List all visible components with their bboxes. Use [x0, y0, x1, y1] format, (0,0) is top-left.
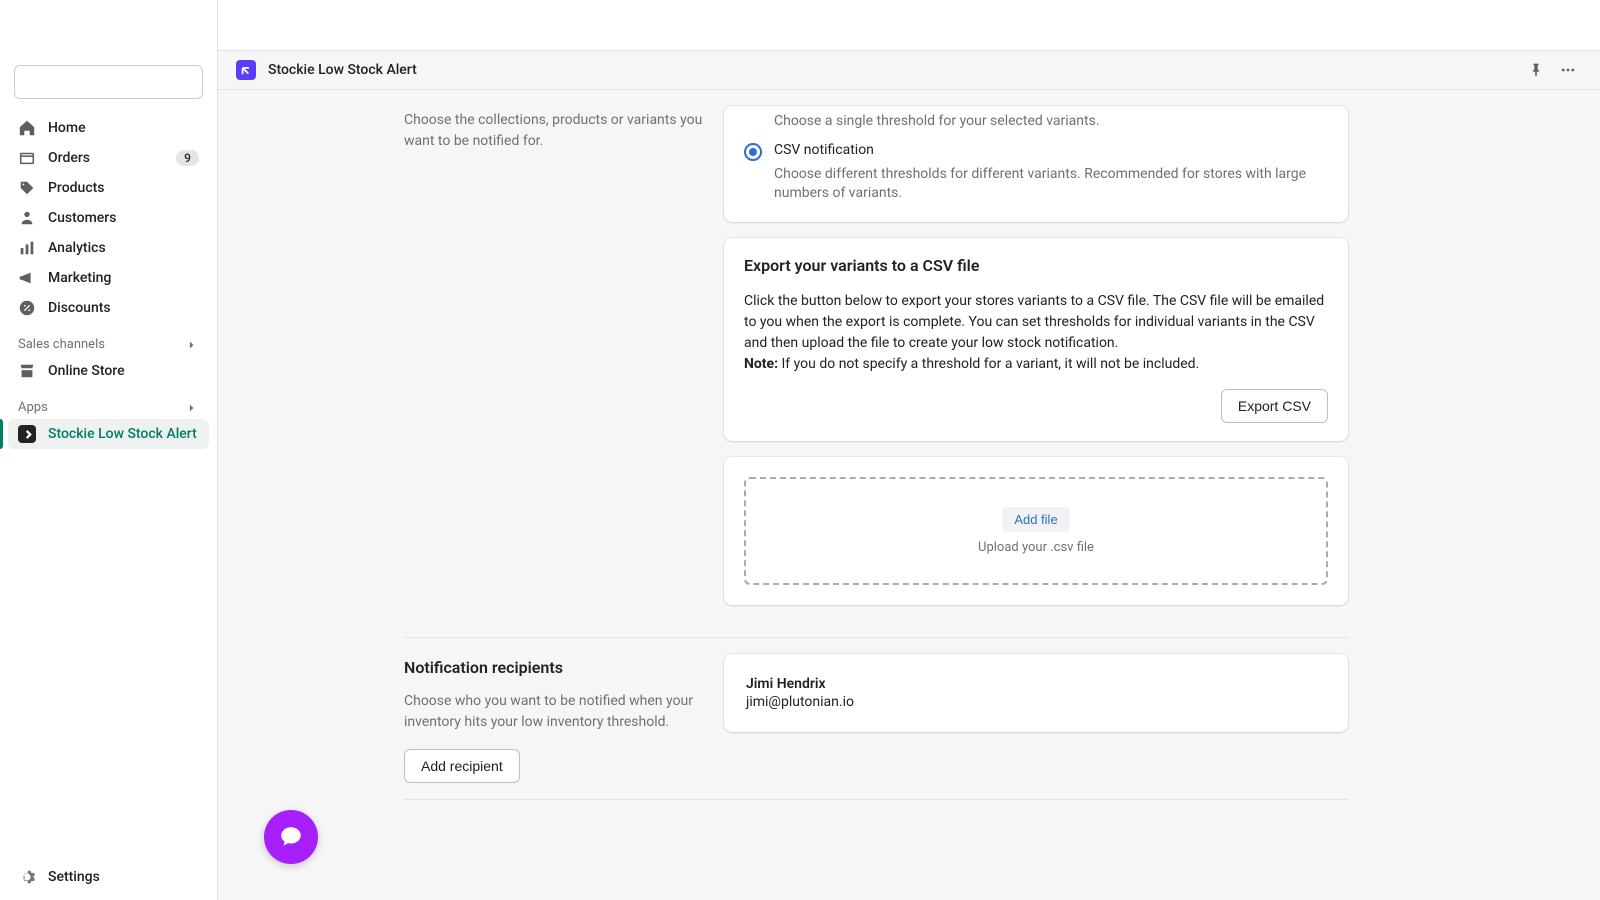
sidebar-item-label: Marketing — [48, 270, 111, 286]
chat-icon — [278, 824, 304, 850]
app-icon — [18, 425, 36, 443]
add-file-button[interactable]: Add file — [1002, 507, 1069, 532]
products-icon — [18, 179, 36, 197]
sidebar-item-analytics[interactable]: Analytics — [8, 233, 209, 263]
chevron-right-icon — [185, 401, 199, 415]
gear-icon — [18, 868, 36, 886]
pin-icon — [1528, 62, 1544, 78]
more-button[interactable] — [1554, 56, 1582, 84]
orders-icon — [18, 149, 36, 167]
sidebar-item-label: Analytics — [48, 240, 106, 256]
sidebar-item-label: Settings — [48, 869, 100, 885]
recipient-email: jimi@plutonian.io — [746, 694, 1326, 710]
sidebar-item-label: Customers — [48, 210, 116, 226]
radio-csv-notification[interactable]: CSV notification — [744, 142, 1328, 161]
store-icon — [18, 362, 36, 380]
section-divider — [404, 799, 1349, 800]
sidebar-item-discounts[interactable]: Discounts — [8, 293, 209, 323]
chat-widget-button[interactable] — [264, 810, 318, 864]
recipient-card: Jimi Hendrix jimi@plutonian.io — [724, 654, 1348, 732]
sidebar-item-label: Online Store — [48, 363, 125, 379]
products-section-desc: Choose the collections, products or vari… — [404, 110, 704, 152]
sidebar-item-settings[interactable]: Settings — [8, 862, 209, 892]
recipient-name: Jimi Hendrix — [746, 676, 1326, 692]
export-csv-card: Export your variants to a CSV file Click… — [724, 238, 1348, 441]
app-title: Stockie Low Stock Alert — [268, 62, 417, 78]
sidebar-item-label: Products — [48, 180, 105, 196]
sales-channels-header[interactable]: Sales channels — [0, 323, 217, 356]
more-icon — [1560, 62, 1576, 78]
content-scroll: Choose the collections, products or vari… — [218, 90, 1600, 900]
notification-type-card: Choose a single threshold for your selec… — [724, 106, 1348, 222]
pin-button[interactable] — [1522, 56, 1550, 84]
recipients-desc: Choose who you want to be notified when … — [404, 691, 704, 733]
search-input[interactable] — [14, 65, 203, 99]
sidebar: Home Orders 9 Products Customers Analyti… — [0, 0, 218, 900]
radio-selected-icon — [744, 143, 762, 161]
apps-nav: Stockie Low Stock Alert — [0, 419, 217, 449]
section-divider — [404, 637, 1349, 638]
discounts-icon — [18, 299, 36, 317]
upload-csv-card: Add file Upload your .csv file — [724, 457, 1348, 605]
orders-badge: 9 — [176, 150, 199, 166]
app-header: Stockie Low Stock Alert — [218, 51, 1600, 90]
option1-desc: Choose a single threshold for your selec… — [774, 112, 1328, 132]
sales-channels-nav: Online Store — [0, 356, 217, 386]
sidebar-item-label: Home — [48, 120, 86, 136]
option2-desc: Choose different thresholds for differen… — [774, 165, 1328, 204]
file-dropzone[interactable]: Add file Upload your .csv file — [744, 477, 1328, 585]
customers-icon — [18, 209, 36, 227]
app-logo-icon — [236, 60, 256, 80]
sidebar-item-home[interactable]: Home — [8, 113, 209, 143]
sidebar-item-label: Discounts — [48, 300, 111, 316]
sidebar-item-label: Stockie Low Stock Alert — [48, 426, 197, 442]
recipients-title: Notification recipients — [404, 658, 704, 677]
marketing-icon — [18, 269, 36, 287]
sidebar-item-products[interactable]: Products — [8, 173, 209, 203]
main-content: Stockie Low Stock Alert Choose the colle… — [218, 0, 1600, 900]
sidebar-item-online-store[interactable]: Online Store — [8, 356, 209, 386]
add-recipient-button[interactable]: Add recipient — [404, 749, 520, 783]
sidebar-item-orders[interactable]: Orders 9 — [8, 143, 209, 173]
home-icon — [18, 119, 36, 137]
main-nav: Home Orders 9 Products Customers Analyti… — [0, 113, 217, 323]
sidebar-item-stockie-app[interactable]: Stockie Low Stock Alert — [8, 419, 209, 449]
sidebar-item-label: Orders — [48, 150, 90, 166]
sidebar-item-customers[interactable]: Customers — [8, 203, 209, 233]
dropzone-hint: Upload your .csv file — [978, 540, 1094, 555]
apps-header[interactable]: Apps — [0, 386, 217, 419]
analytics-icon — [18, 239, 36, 257]
export-text: Click the button below to export your st… — [744, 291, 1328, 375]
radio-label: CSV notification — [774, 142, 874, 161]
export-heading: Export your variants to a CSV file — [744, 256, 1328, 275]
section-label: Apps — [18, 400, 48, 415]
chevron-right-icon — [185, 338, 199, 352]
export-csv-button[interactable]: Export CSV — [1221, 389, 1328, 423]
sidebar-item-marketing[interactable]: Marketing — [8, 263, 209, 293]
section-label: Sales channels — [18, 337, 105, 352]
